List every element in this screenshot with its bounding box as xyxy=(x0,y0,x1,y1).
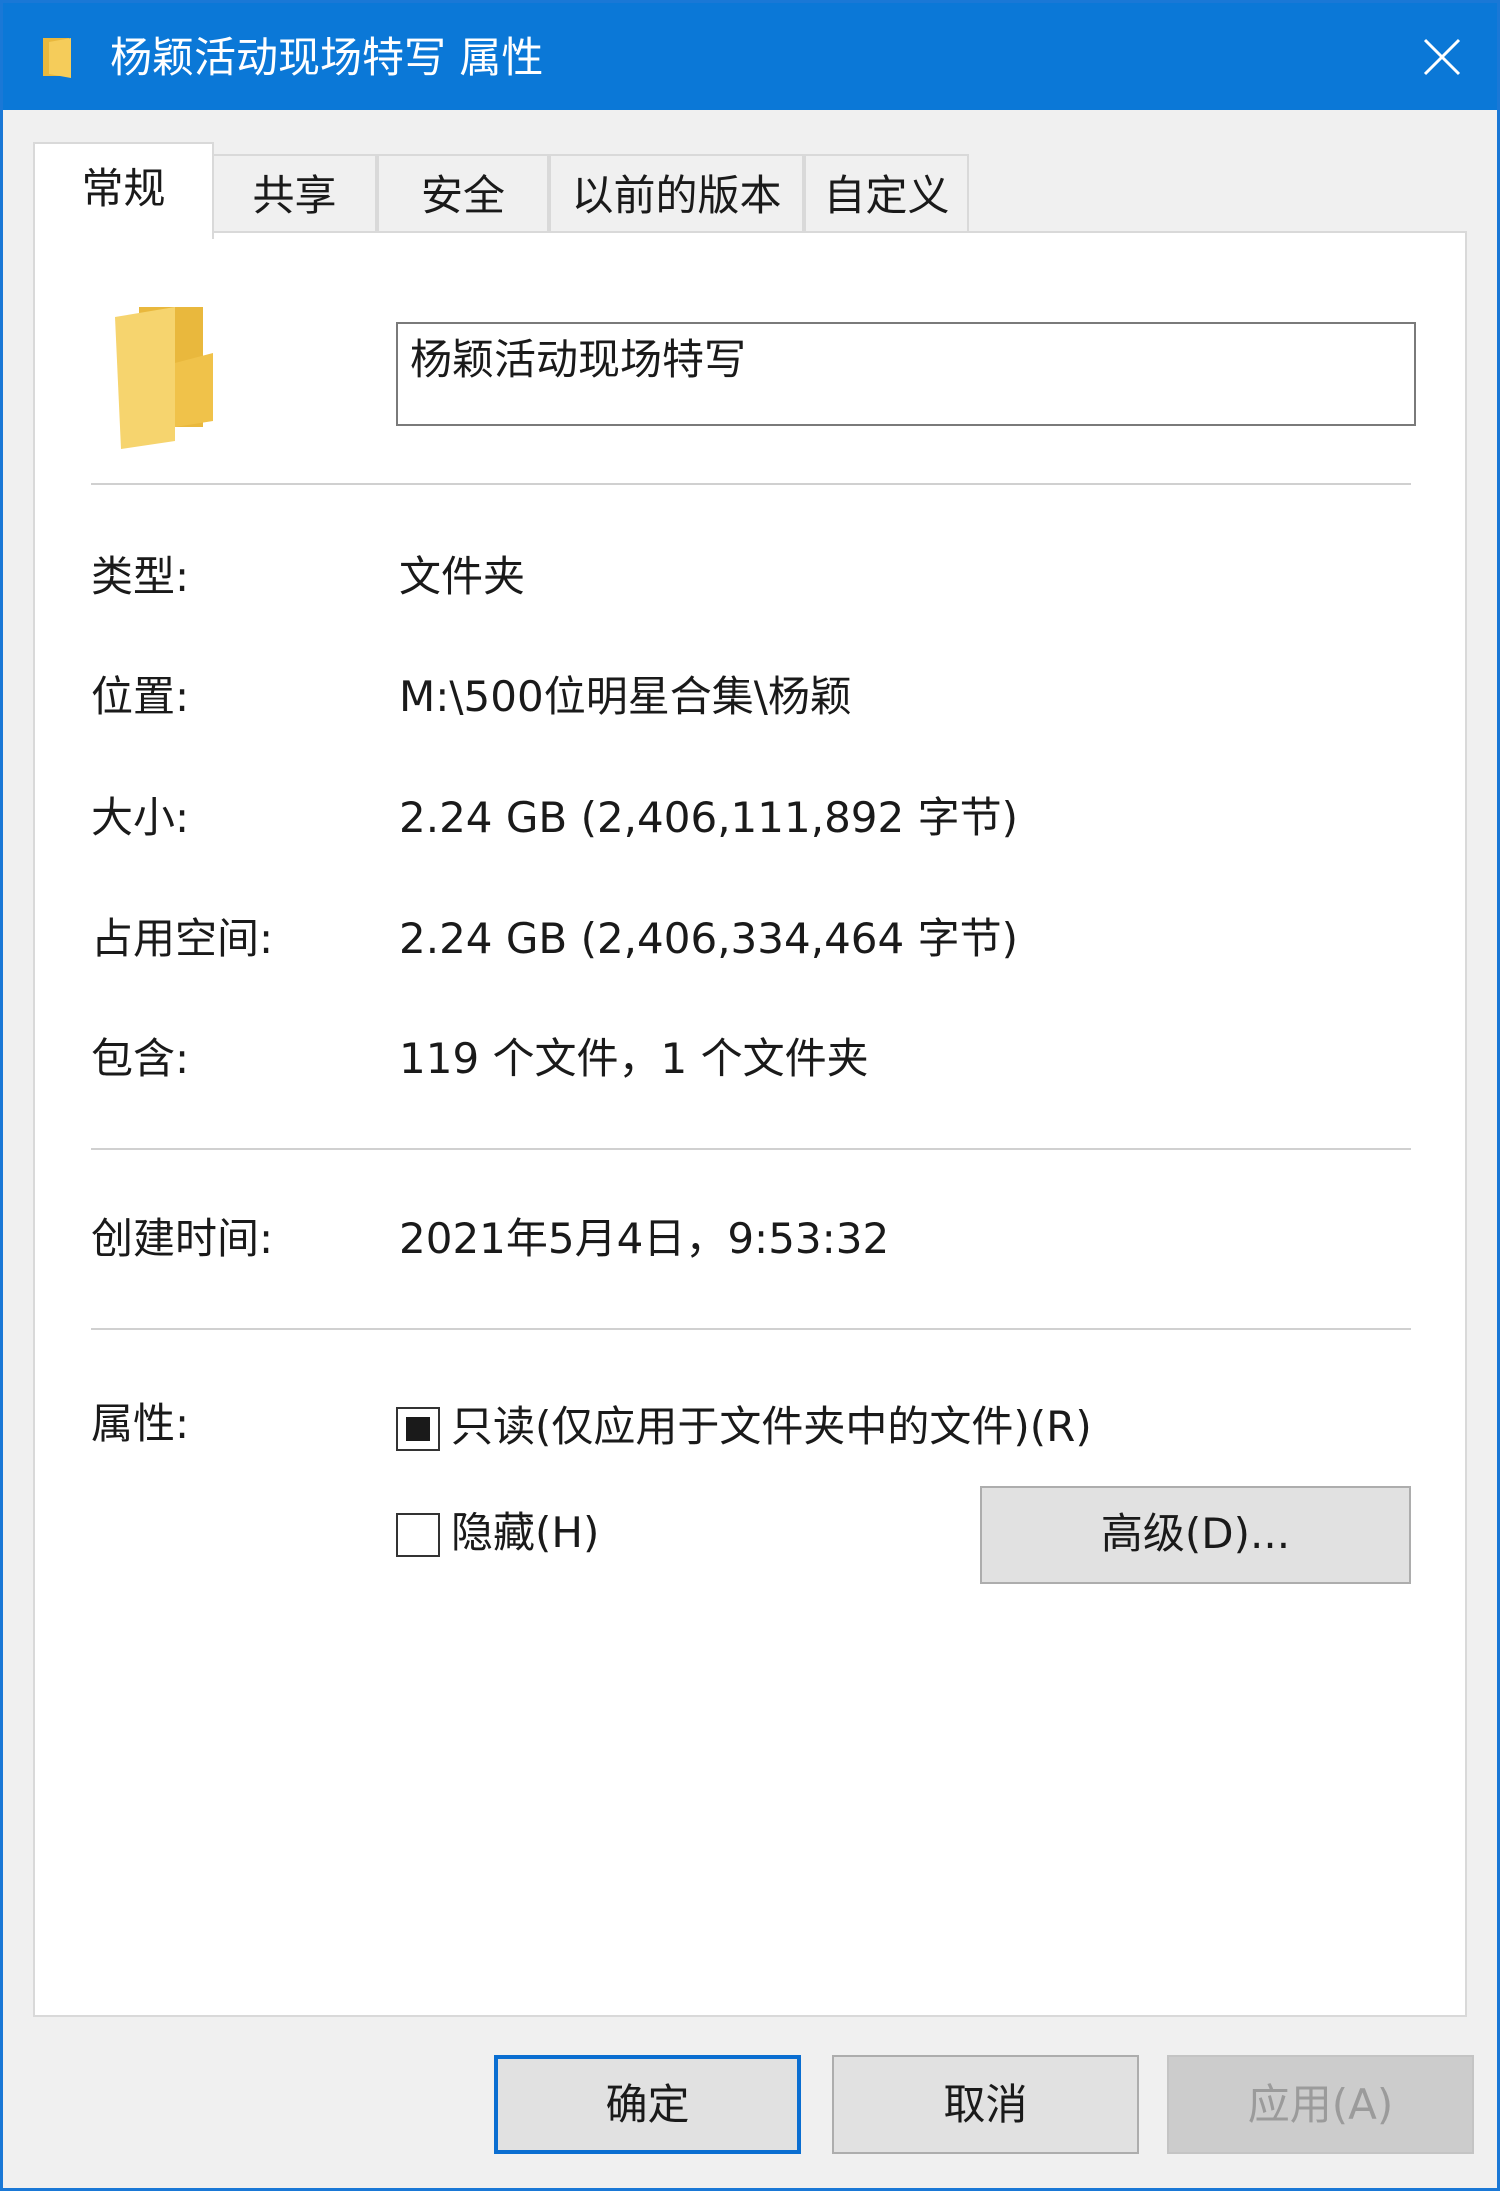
type-label: 类型: xyxy=(91,552,190,601)
close-icon xyxy=(1423,38,1461,75)
properties-dialog: 杨颖活动现场特写 属性 常规 共享 安全 以前的版本 自定义 类型: 文件夹 位… xyxy=(0,0,1500,2191)
created-label: 创建时间: xyxy=(91,1214,274,1263)
size-value: 2.24 GB (2,406,111,892 字节) xyxy=(399,793,1018,842)
divider xyxy=(91,483,1411,485)
title-bar[interactable]: 杨颖活动现场特写 属性 xyxy=(3,3,1497,110)
divider xyxy=(91,1328,1411,1330)
advanced-button[interactable]: 高级(D)... xyxy=(980,1486,1411,1584)
attributes-label: 属性: xyxy=(91,1399,190,1448)
tab-customize[interactable]: 自定义 xyxy=(804,154,969,237)
general-tab-panel: 类型: 文件夹 位置: M:\500位明星合集\杨颖 大小: 2.24 GB (… xyxy=(33,231,1467,2017)
size-label: 大小: xyxy=(91,793,190,842)
tab-previous-versions[interactable]: 以前的版本 xyxy=(549,154,804,237)
size-on-disk-value: 2.24 GB (2,406,334,464 字节) xyxy=(399,914,1018,963)
readonly-checkbox-label[interactable]: 只读(仅应用于文件夹中的文件)(R) xyxy=(451,1399,1092,1455)
size-on-disk-label: 占用空间: xyxy=(91,914,274,963)
window-title: 杨颖活动现场特写 属性 xyxy=(110,33,544,82)
indeterminate-mark xyxy=(406,1417,430,1441)
tab-sharing[interactable]: 共享 xyxy=(212,154,377,237)
created-value: 2021年5月4日，9:53:32 xyxy=(399,1214,890,1263)
type-value: 文件夹 xyxy=(399,552,526,601)
folder-icon xyxy=(109,303,219,457)
location-value: M:\500位明星合集\杨颖 xyxy=(399,672,852,721)
tab-strip: 常规 共享 安全 以前的版本 自定义 xyxy=(3,110,1497,239)
contains-value: 119 个文件，1 个文件夹 xyxy=(399,1034,869,1083)
close-button[interactable] xyxy=(1387,3,1497,110)
ok-button[interactable]: 确定 xyxy=(494,2055,801,2154)
hidden-checkbox[interactable] xyxy=(396,1513,440,1557)
folder-name-input[interactable] xyxy=(396,322,1416,426)
tab-security[interactable]: 安全 xyxy=(377,154,549,237)
apply-button[interactable]: 应用(A) xyxy=(1167,2055,1474,2154)
hidden-checkbox-label[interactable]: 隐藏(H) xyxy=(451,1505,599,1561)
divider xyxy=(91,1148,1411,1150)
contains-label: 包含: xyxy=(91,1034,190,1083)
folder-icon xyxy=(41,36,73,84)
cancel-button[interactable]: 取消 xyxy=(832,2055,1139,2154)
tab-general[interactable]: 常规 xyxy=(33,142,214,239)
readonly-checkbox[interactable] xyxy=(396,1407,440,1451)
location-label: 位置: xyxy=(91,672,190,721)
